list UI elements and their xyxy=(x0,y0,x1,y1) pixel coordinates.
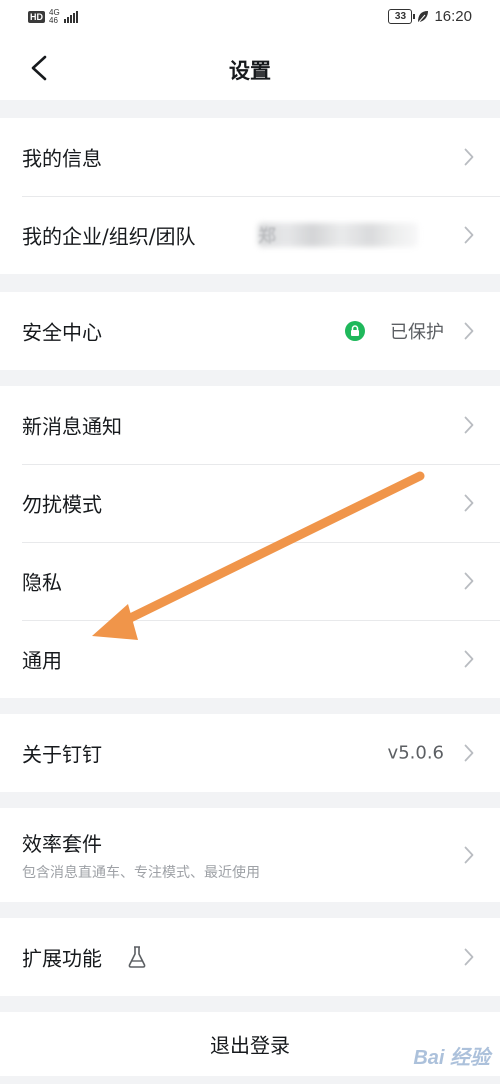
privacy-row[interactable]: 隐私 xyxy=(0,542,500,620)
security-status: 已保护 xyxy=(390,322,444,343)
efficiency-subtitle: 包含消息直通车、专注模式、最近使用 xyxy=(22,865,260,881)
battery-icon: 33 xyxy=(388,9,416,24)
watermark-text: Bai 经验 xyxy=(413,1047,490,1069)
chevron-right-icon xyxy=(464,650,474,668)
efficiency-label: 效率套件 xyxy=(22,832,102,856)
security-group: 安全中心 已保护 xyxy=(0,292,500,370)
redacted-org-name xyxy=(258,223,418,247)
about-row[interactable]: 关于钉钉 v5.0.6 xyxy=(0,714,500,792)
general-label: 通用 xyxy=(22,648,62,673)
chevron-right-icon xyxy=(464,572,474,590)
efficiency-row[interactable]: 效率套件 包含消息直通车、专注模式、最近使用 xyxy=(0,808,500,902)
chevron-right-icon xyxy=(464,846,474,864)
network-indicator: 4G 46 xyxy=(49,9,60,25)
chevron-right-icon xyxy=(464,226,474,244)
security-center-label: 安全中心 xyxy=(22,320,102,345)
chevron-right-icon xyxy=(464,494,474,512)
notifications-label: 新消息通知 xyxy=(22,414,122,439)
chevron-right-icon xyxy=(464,148,474,166)
my-info-label: 我的信息 xyxy=(22,146,102,171)
chevron-right-icon xyxy=(464,322,474,340)
extensions-row[interactable]: 扩展功能 xyxy=(0,918,500,996)
preferences-group: 新消息通知 勿扰模式 隐私 通用 xyxy=(0,386,500,698)
extensions-group: 扩展功能 xyxy=(0,918,500,996)
app-version: v5.0.6 xyxy=(387,742,444,764)
general-row[interactable]: 通用 xyxy=(0,620,500,698)
my-info-row[interactable]: 我的信息 xyxy=(0,118,500,196)
chevron-right-icon xyxy=(464,744,474,762)
efficiency-group: 效率套件 包含消息直通车、专注模式、最近使用 xyxy=(0,808,500,902)
signal-icon xyxy=(63,11,78,23)
extensions-label: 扩展功能 xyxy=(22,946,102,971)
status-bar-left: HD 4G 46 xyxy=(28,9,78,25)
page-title: 设置 xyxy=(229,59,271,83)
dnd-row[interactable]: 勿扰模式 xyxy=(0,464,500,542)
dnd-label: 勿扰模式 xyxy=(22,492,102,517)
notifications-row[interactable]: 新消息通知 xyxy=(0,386,500,464)
my-org-row[interactable]: 我的企业/组织/团队 郑 xyxy=(0,196,500,274)
about-group: 关于钉钉 v5.0.6 xyxy=(0,714,500,792)
hd-badge: HD xyxy=(28,11,45,23)
about-label: 关于钉钉 xyxy=(22,742,102,767)
my-org-label: 我的企业/组织/团队 xyxy=(22,224,196,249)
leaf-icon xyxy=(418,10,429,23)
watermark: Bai 经验 xyxy=(413,1041,490,1070)
my-org-value: 郑 xyxy=(258,226,276,247)
status-bar-right: 33 16:20 xyxy=(388,8,472,25)
chevron-right-icon xyxy=(464,416,474,434)
status-bar: HD 4G 46 33 16:20 xyxy=(0,0,500,36)
security-center-row[interactable]: 安全中心 已保护 xyxy=(0,292,500,370)
shield-check-icon xyxy=(345,321,365,341)
network-subtype: 46 xyxy=(49,16,58,25)
nav-bar: 设置 xyxy=(0,36,500,100)
privacy-label: 隐私 xyxy=(22,570,62,595)
flask-icon xyxy=(128,946,146,968)
chevron-right-icon xyxy=(464,948,474,966)
profile-group: 我的信息 我的企业/组织/团队 郑 xyxy=(0,118,500,274)
clock: 16:20 xyxy=(434,8,472,25)
